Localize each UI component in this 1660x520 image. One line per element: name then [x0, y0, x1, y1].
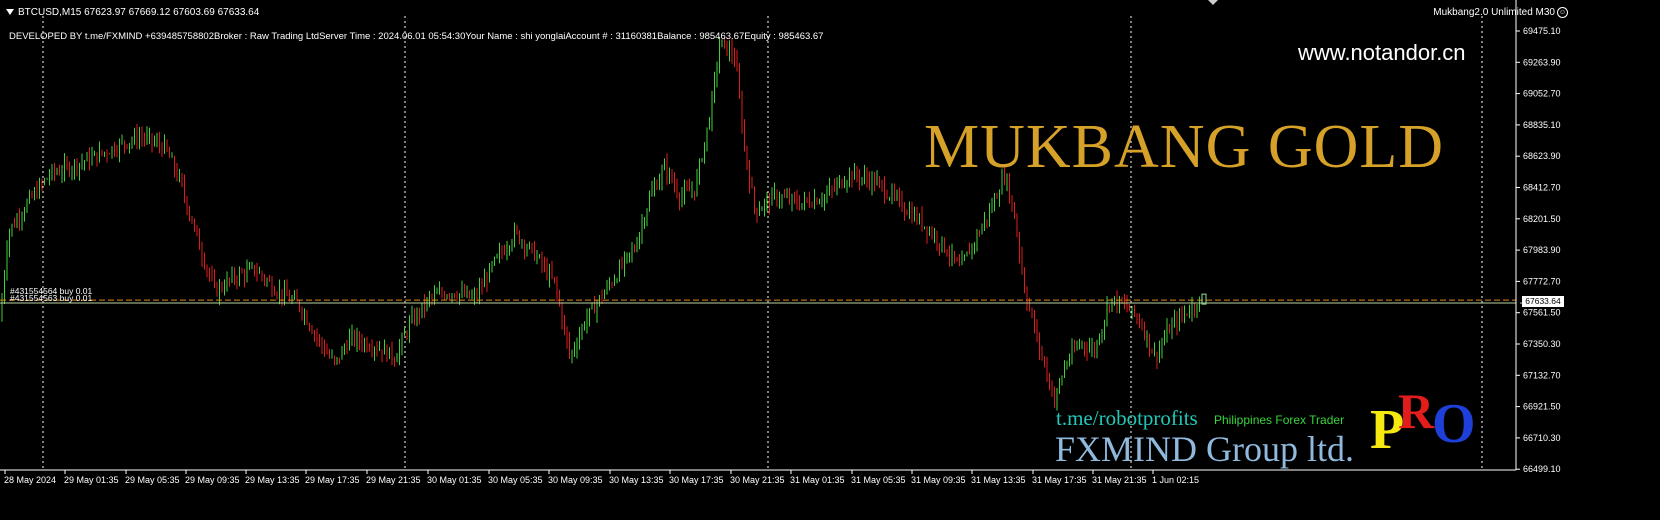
x-tick-label-3: 29 May 09:35	[185, 475, 240, 485]
ea-name: Mukbang2.0 Unlimited M30	[1433, 7, 1555, 19]
grid-lines	[42, 16, 1483, 470]
x-tick-label-14: 31 May 05:35	[851, 475, 906, 485]
x-tick-label-17: 31 May 17:35	[1032, 475, 1087, 485]
expert-advisor-label[interactable]: Mukbang2.0 Unlimited M30 ☺	[1433, 7, 1568, 18]
chart-window[interactable]: 69475.10 69263.90 69052.70 68835.10 68623.90…	[0, 0, 1660, 520]
smiley-icon: ☺	[1557, 7, 1568, 18]
y-tick-label-7: 67983.90	[1523, 245, 1561, 255]
candles	[1, 37, 1200, 411]
your-name-text: Your Name : shi yonglai	[465, 31, 566, 42]
y-tick-label-0: 69475.10	[1523, 26, 1561, 36]
y-tick-label-8: 67772.70	[1523, 276, 1561, 286]
y-tick-label-4: 68623.90	[1523, 151, 1561, 161]
pro-logo-o: O	[1432, 393, 1476, 455]
server-time-text: Server Time : 2024.06.01 05:54:30	[319, 31, 466, 42]
x-tick-label-9: 30 May 09:35	[548, 475, 603, 485]
x-tick-label-2: 29 May 05:35	[125, 475, 180, 485]
y-tick-label-2: 69052.70	[1523, 89, 1561, 99]
website-watermark: www.notandor.cn	[1298, 40, 1466, 65]
account-info-line: DEVELOPED BY t.me/FXMIND +639485758802Br…	[9, 31, 823, 42]
y-tick-label-1: 69263.90	[1523, 57, 1561, 67]
symbol-header[interactable]: BTCUSD,M15 67623.97 67669.12 67603.69 67…	[6, 7, 259, 18]
x-tick-label-4: 29 May 13:35	[245, 475, 300, 485]
x-tick-label-8: 30 May 05:35	[488, 475, 543, 485]
balance-text: Balance : 985463.67	[657, 31, 745, 42]
x-tick-label-16: 31 May 13:35	[971, 475, 1026, 485]
x-tick-label-7: 30 May 01:35	[427, 475, 482, 485]
y-tick-label-11: 67132.70	[1523, 370, 1561, 380]
current-price-tag: 67633.64	[1522, 296, 1564, 307]
symbol-ohlc-text: BTCUSD,M15 67623.97 67669.12 67603.69 67…	[18, 7, 260, 18]
brand-watermark: MUKBANG GOLD	[924, 113, 1445, 181]
order-label-2[interactable]: #431554563 buy 0.01	[10, 293, 92, 303]
y-tick-label-5: 68412.70	[1523, 183, 1561, 193]
x-tick-label-11: 30 May 17:35	[669, 475, 724, 485]
y-tick-label-13: 66710.30	[1523, 433, 1561, 443]
y-tick-label-9: 67561.50	[1523, 308, 1561, 318]
equity-text: Equity : 985463.67	[744, 31, 824, 42]
tagline-watermark: Philippines Forex Trader	[1214, 413, 1345, 427]
x-tick-label-18: 31 May 21:35	[1092, 475, 1147, 485]
x-tick-label-1: 29 May 01:35	[64, 475, 119, 485]
y-tick-label-12: 66921.50	[1523, 402, 1561, 412]
y-tick-label-3: 68835.10	[1523, 120, 1561, 130]
x-tick-label-12: 30 May 21:35	[730, 475, 785, 485]
x-tick-label-6: 29 May 21:35	[366, 475, 421, 485]
x-tick-label-13: 31 May 01:35	[790, 475, 845, 485]
account-text: Account # : 31160381	[565, 31, 658, 42]
x-tick-label-10: 30 May 13:35	[609, 475, 664, 485]
pro-logo: P R O	[1370, 383, 1490, 464]
price-lines	[0, 293, 1524, 305]
x-tick-label-19: 1 Jun 02:15	[1152, 475, 1199, 485]
x-tick-label-15: 31 May 09:35	[911, 475, 966, 485]
company-watermark: FXMIND Group ltd.	[1055, 429, 1355, 469]
broker-text: Broker : Raw Trading Ltd	[213, 31, 320, 42]
developer-text: DEVELOPED BY t.me/FXMIND +639485758802	[9, 31, 214, 42]
x-tick-label-5: 29 May 17:35	[305, 475, 360, 485]
y-tick-label-14: 66499.10	[1523, 464, 1561, 474]
collapse-triangle-icon[interactable]	[6, 9, 14, 16]
y-tick-label-6: 68201.50	[1523, 214, 1561, 224]
x-tick-label-0: 28 May 2024	[4, 475, 56, 485]
y-tick-label-10: 67350.30	[1523, 339, 1561, 349]
shift-marker-icon	[1208, 0, 1218, 5]
pro-logo-r: R	[1398, 383, 1435, 439]
